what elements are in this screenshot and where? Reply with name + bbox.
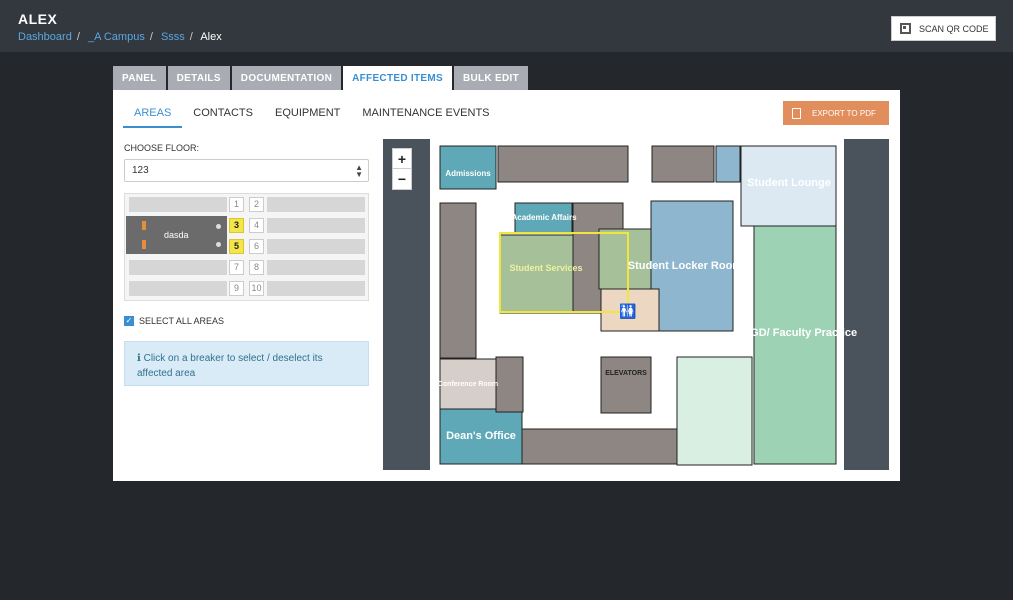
breaker-slot[interactable] xyxy=(267,281,365,296)
breaker-indicator xyxy=(142,240,146,249)
room-conference[interactable]: Conference Room xyxy=(438,381,498,388)
room-deans-office[interactable]: Dean's Office xyxy=(446,430,516,442)
breaker-slot[interactable] xyxy=(129,281,227,296)
room-admissions[interactable]: Admissions xyxy=(445,169,491,178)
select-all-label: SELECT ALL AREAS xyxy=(139,316,225,326)
scan-qr-label: SCAN QR CODE xyxy=(919,23,989,34)
breaker-slot[interactable] xyxy=(129,260,227,275)
breaker-switch[interactable] xyxy=(210,216,227,254)
subtab-areas[interactable]: AREAS xyxy=(123,100,183,128)
tab-documentation[interactable]: DOCUMENTATION xyxy=(231,66,342,90)
tab-bulk-edit[interactable]: BULK EDIT xyxy=(453,66,529,90)
info-alert: ℹ Click on a breaker to select / deselec… xyxy=(124,341,369,386)
select-arrows-icon: ▲ ▼ xyxy=(355,163,363,179)
breaker-dot xyxy=(216,224,221,229)
breaker-number-7[interactable]: 7 xyxy=(229,260,244,275)
affected-items-panel: AREAS CONTACTS EQUIPMENT MAINTENANCE EVE… xyxy=(113,90,900,481)
zoom-out-button[interactable]: − xyxy=(393,169,411,189)
room-student-locker[interactable]: Student Locker Rooms xyxy=(628,260,748,272)
breaker-number-8[interactable]: 8 xyxy=(249,260,264,275)
page-title: ALEX xyxy=(18,11,58,27)
floor-select-value: 123 xyxy=(132,165,149,176)
room-elevators[interactable]: ELEVATORS xyxy=(605,370,647,377)
main-tabs: PANEL DETAILS DOCUMENTATION AFFECTED ITE… xyxy=(113,66,529,90)
subtab-contacts[interactable]: CONTACTS xyxy=(182,100,264,128)
info-text: Click on a breaker to select / deselect … xyxy=(137,353,323,379)
zoom-in-button[interactable]: + xyxy=(393,149,411,169)
breaker-number-1[interactable]: 1 xyxy=(229,197,244,212)
restroom-icon: 🚻 xyxy=(619,303,636,320)
breadcrumb-campus[interactable]: _A Campus xyxy=(88,31,145,43)
sub-tabs: AREAS CONTACTS EQUIPMENT MAINTENANCE EVE… xyxy=(123,100,501,128)
breaker-number-2[interactable]: 2 xyxy=(249,197,264,212)
breaker-slot[interactable] xyxy=(267,197,365,212)
pdf-icon xyxy=(792,107,801,119)
breadcrumb-building[interactable]: Ssss xyxy=(161,31,185,43)
scan-qr-button[interactable]: SCAN QR CODE xyxy=(891,16,996,41)
breadcrumb-dashboard[interactable]: Dashboard xyxy=(18,31,72,43)
room-student-services[interactable]: Student Services xyxy=(509,263,582,273)
info-icon: ℹ xyxy=(137,353,141,364)
tab-affected-items[interactable]: AFFECTED ITEMS xyxy=(343,66,452,90)
breaker-slot[interactable] xyxy=(129,197,227,212)
breaker-slot[interactable] xyxy=(267,239,365,254)
breaker-number-5[interactable]: 5 xyxy=(229,239,244,254)
floor-select[interactable]: 123 ▲ ▼ xyxy=(124,159,369,182)
select-all-checkbox[interactable]: ✓ xyxy=(124,316,134,326)
breaker-panel: 1 2 3 4 5 6 7 8 9 10 dasda xyxy=(124,193,369,301)
export-pdf-button[interactable]: EXPORT TO PDF xyxy=(783,101,889,125)
subtab-maintenance-events[interactable]: MAINTENANCE EVENTS xyxy=(351,100,500,128)
qr-code-icon xyxy=(900,23,911,34)
breaker-dot xyxy=(216,242,221,247)
room-academic-affairs[interactable]: Academic Affairs xyxy=(511,213,577,222)
breadcrumb-current: Alex xyxy=(200,31,222,43)
breaker-number-9[interactable]: 9 xyxy=(229,281,244,296)
export-pdf-label: EXPORT TO PDF xyxy=(812,108,876,118)
breaker-slot[interactable] xyxy=(267,260,365,275)
breaker-slot[interactable] xyxy=(267,218,365,233)
breaker-indicator xyxy=(142,221,146,230)
top-bar: ALEX Dashboard / _A Campus / Ssss / Alex SC… xyxy=(0,0,1013,52)
zoom-controls: + − xyxy=(392,148,412,190)
breaker-number-10[interactable]: 10 xyxy=(249,281,264,296)
breaker-number-6[interactable]: 6 xyxy=(249,239,264,254)
choose-floor-label: CHOOSE FLOOR: xyxy=(124,143,200,153)
breaker-number-4[interactable]: 4 xyxy=(249,218,264,233)
room-student-lounge[interactable]: Student Lounge xyxy=(747,177,831,189)
tab-panel[interactable]: PANEL xyxy=(113,66,166,90)
breaker-circuit-label: dasda xyxy=(164,230,189,240)
room-aegd[interactable]: AEGD/ Faculty Practice xyxy=(735,327,857,339)
subtab-equipment[interactable]: EQUIPMENT xyxy=(264,100,351,128)
floor-plan-svg: Admissions Academic Affairs Student Serv… xyxy=(430,139,857,470)
select-all-areas[interactable]: ✓ SELECT ALL AREAS xyxy=(124,316,224,326)
tab-details[interactable]: DETAILS xyxy=(167,66,230,90)
breaker-number-3[interactable]: 3 xyxy=(229,218,244,233)
floor-plan-map[interactable]: Admissions Academic Affairs Student Serv… xyxy=(383,139,889,470)
breadcrumb: Dashboard / _A Campus / Ssss / Alex xyxy=(18,31,222,43)
